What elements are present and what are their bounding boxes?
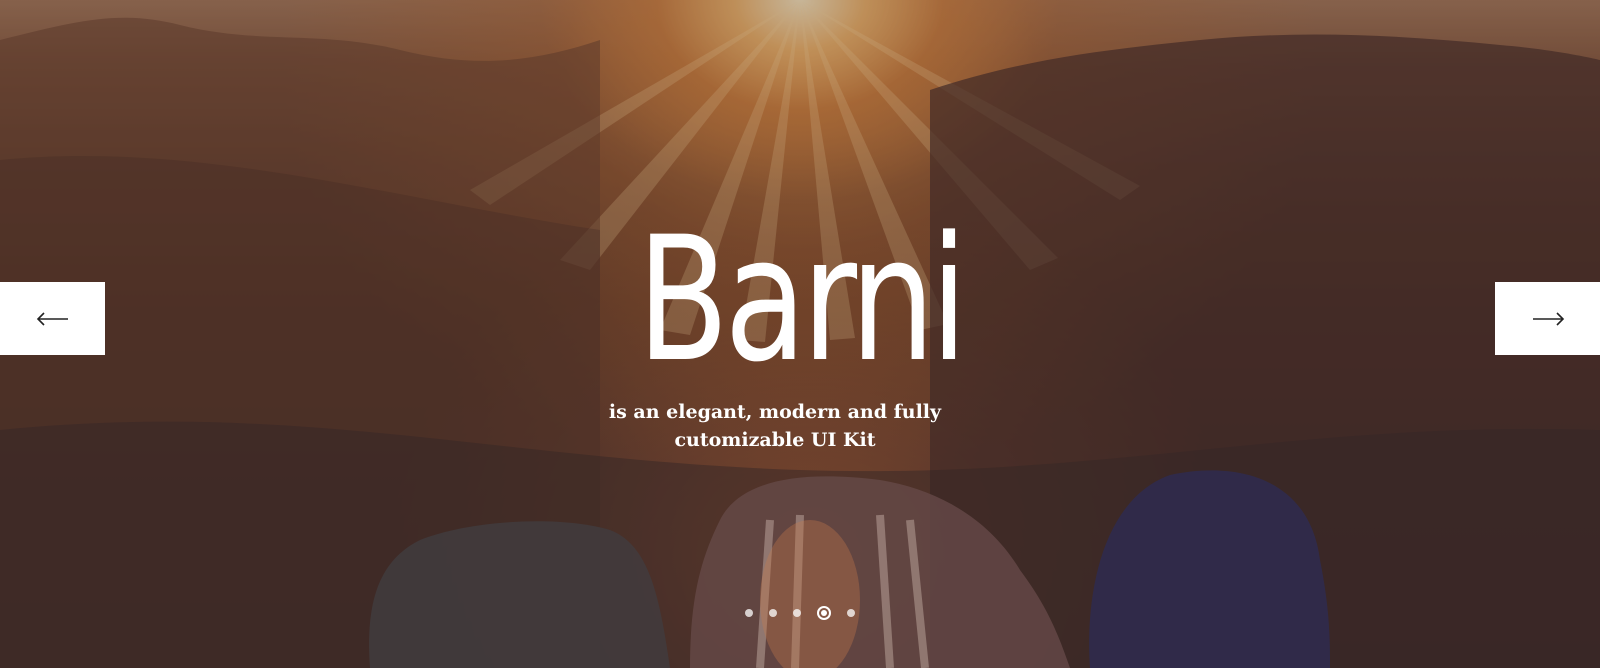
slide-indicator-3[interactable] bbox=[793, 609, 801, 617]
slide-indicator-4-active[interactable] bbox=[817, 606, 831, 620]
slide-indicator-5[interactable] bbox=[847, 609, 855, 617]
hero-subtitle: is an elegant, modern and fully cutomiza… bbox=[608, 401, 942, 451]
slide-indicators bbox=[745, 605, 855, 621]
arrow-right-icon bbox=[1532, 311, 1564, 326]
slide-indicator-2[interactable] bbox=[769, 609, 777, 617]
hero-content: Barni is an elegant, modern and fully cu… bbox=[0, 0, 1600, 668]
next-slide-button[interactable] bbox=[1495, 282, 1600, 355]
hero-slider: Barni is an elegant, modern and fully cu… bbox=[0, 0, 1600, 668]
slide-indicator-1[interactable] bbox=[745, 609, 753, 617]
hero-title: Barni bbox=[637, 199, 968, 400]
arrow-left-icon bbox=[36, 311, 68, 326]
previous-slide-button[interactable] bbox=[0, 282, 105, 355]
